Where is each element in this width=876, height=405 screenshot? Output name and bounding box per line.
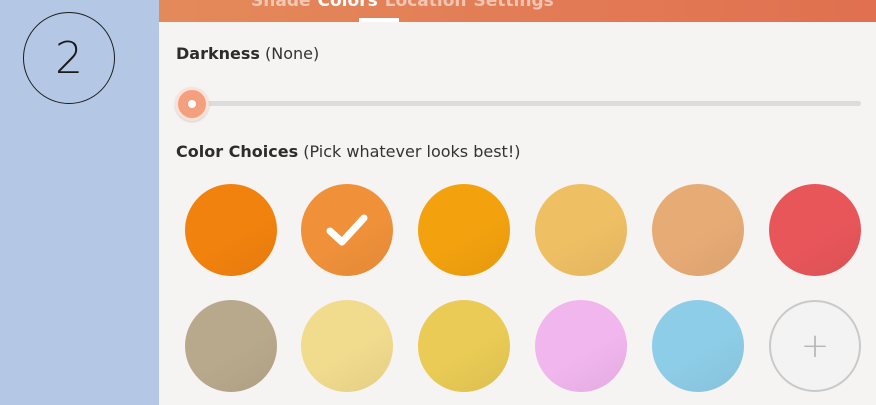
color-swatch[interactable] (418, 300, 510, 392)
color-swatch[interactable] (535, 300, 627, 392)
tab-shade[interactable]: Shade (251, 0, 311, 11)
darkness-slider-track[interactable] (189, 101, 861, 106)
settings-panel: Shade Colors Location Settings Darkness … (159, 0, 876, 405)
tab-colors[interactable]: Colors (318, 0, 378, 11)
color-swatch-selected[interactable] (301, 184, 393, 276)
plus-icon: + (800, 326, 830, 366)
color-swatch[interactable] (652, 300, 744, 392)
darkness-label: Darkness (None) (176, 44, 319, 63)
checkmark-icon (326, 214, 368, 246)
color-choices-hint: (Pick whatever looks best!) (303, 142, 521, 161)
color-swatch[interactable] (652, 184, 744, 276)
tab-bar: Shade Colors Location Settings (159, 0, 876, 22)
color-swatch[interactable] (418, 184, 510, 276)
add-color-button[interactable]: + (769, 300, 861, 392)
color-swatch[interactable] (535, 184, 627, 276)
color-swatch[interactable] (769, 184, 861, 276)
color-swatch[interactable] (185, 184, 277, 276)
color-swatch[interactable] (185, 300, 277, 392)
step-number-badge: 2 (23, 12, 115, 104)
color-choices-title: Color Choices (176, 142, 299, 161)
color-swatch[interactable] (301, 300, 393, 392)
active-tab-indicator (359, 18, 399, 22)
tab-settings[interactable]: Settings (474, 0, 554, 11)
tab-location[interactable]: Location (385, 0, 467, 11)
darkness-title: Darkness (176, 44, 260, 63)
color-choices-label: Color Choices (Pick whatever looks best!… (176, 142, 520, 161)
darkness-slider-thumb[interactable] (175, 87, 209, 121)
darkness-value: (None) (265, 44, 320, 63)
